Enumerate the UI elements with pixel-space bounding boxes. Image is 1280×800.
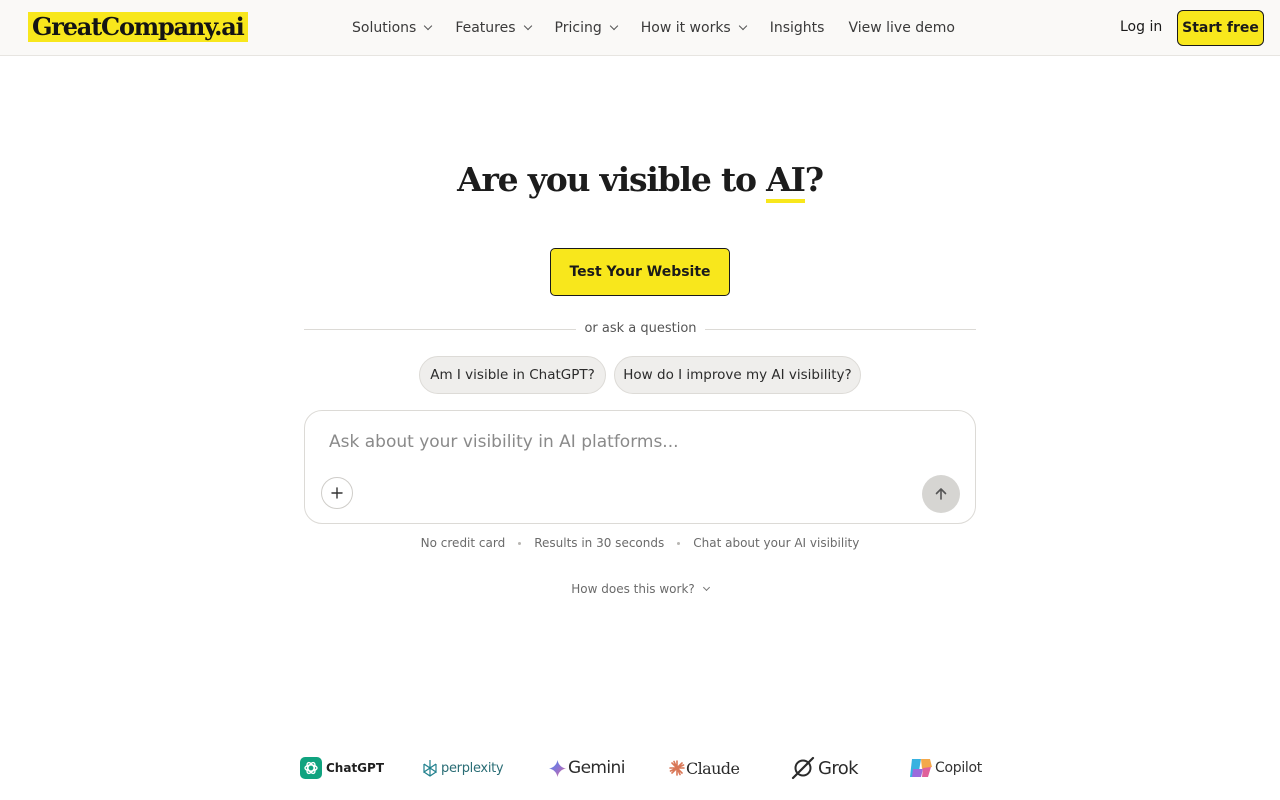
divider-left — [304, 329, 576, 330]
attach-button[interactable] — [321, 477, 353, 509]
divider-right — [705, 329, 976, 330]
chatgpt-icon — [300, 757, 322, 779]
copilot-icon — [910, 759, 932, 777]
chevron-down-icon — [609, 21, 618, 31]
hero-title-prefix: Are you visible to — [457, 160, 767, 199]
top-nav-bar: GreatCompany.ai Solutions Features Prici… — [0, 0, 1280, 56]
platform-logos: ChatGPT perplexity Gemini Claude Grok Co… — [0, 752, 1280, 784]
nav-view-live-demo[interactable]: View live demo — [848, 20, 955, 36]
grok-icon — [791, 756, 815, 780]
platform-chatgpt-label: ChatGPT — [326, 761, 385, 775]
test-website-button[interactable]: Test Your Website — [550, 248, 730, 296]
suggestion-chip-improve[interactable]: How do I improve my AI visibility? — [614, 356, 861, 394]
ask-input[interactable] — [329, 427, 929, 457]
nav-how-it-works[interactable]: How it works — [640, 20, 747, 36]
nav-solutions-label: Solutions — [352, 20, 417, 36]
start-free-button[interactable]: Start free — [1177, 10, 1264, 46]
platform-claude-label: Claude — [686, 758, 740, 778]
suggestion-chip-chatgpt[interactable]: Am I visible in ChatGPT? — [419, 356, 606, 394]
nav-features-label: Features — [455, 20, 516, 36]
brand-logo[interactable]: GreatCompany.ai — [28, 12, 248, 42]
how-it-works-link[interactable]: How does this work? — [0, 582, 1280, 596]
nav-solutions[interactable]: Solutions — [352, 20, 433, 36]
perplexity-icon — [423, 760, 437, 777]
ask-box — [304, 410, 976, 524]
platform-claude: Claude — [669, 752, 740, 784]
feature-chat: Chat about your AI visibility — [693, 536, 860, 550]
login-link[interactable]: Log in — [1120, 19, 1162, 35]
platform-copilot-label: Copilot — [935, 760, 982, 776]
platform-copilot: Copilot — [909, 752, 982, 784]
nav-insights[interactable]: Insights — [770, 20, 825, 36]
nav-features[interactable]: Features — [455, 20, 532, 36]
gemini-icon — [549, 759, 566, 777]
nav-pricing-label: Pricing — [554, 20, 602, 36]
separator-dot — [677, 541, 681, 545]
chevron-down-icon — [424, 21, 433, 31]
platform-grok-label: Grok — [818, 757, 859, 779]
separator-dot — [518, 541, 522, 545]
hero-title-suffix: ? — [804, 160, 824, 199]
hero-title-highlight: AI — [766, 160, 806, 203]
how-it-works-label: How does this work? — [571, 582, 695, 596]
chevron-down-icon — [523, 21, 532, 31]
hero-title: Are you visible to AI? — [0, 160, 1280, 203]
nav-how-it-works-label: How it works — [640, 20, 731, 36]
feature-no-credit-card: No credit card — [420, 536, 506, 550]
chevron-down-icon — [702, 583, 710, 591]
platform-gemini: Gemini — [549, 752, 625, 784]
platform-gemini-label: Gemini — [568, 758, 625, 778]
claude-icon — [669, 760, 685, 776]
send-button[interactable] — [922, 475, 960, 513]
platform-grok: Grok — [791, 752, 859, 784]
feature-results-time: Results in 30 seconds — [534, 536, 665, 550]
divider-text: or ask a question — [584, 321, 697, 336]
feature-list: No credit card Results in 30 seconds Cha… — [0, 536, 1280, 550]
platform-perplexity-label: perplexity — [441, 760, 504, 776]
nav-view-live-demo-label: View live demo — [848, 20, 955, 36]
nav-insights-label: Insights — [769, 20, 825, 36]
main-nav: Solutions Features Pricing How it works … — [352, 0, 979, 56]
nav-pricing[interactable]: Pricing — [554, 20, 618, 36]
platform-chatgpt: ChatGPT — [300, 752, 384, 784]
arrow-up-icon — [935, 488, 947, 500]
plus-icon — [331, 487, 343, 499]
chevron-down-icon — [738, 21, 747, 31]
platform-perplexity: perplexity — [422, 752, 504, 784]
